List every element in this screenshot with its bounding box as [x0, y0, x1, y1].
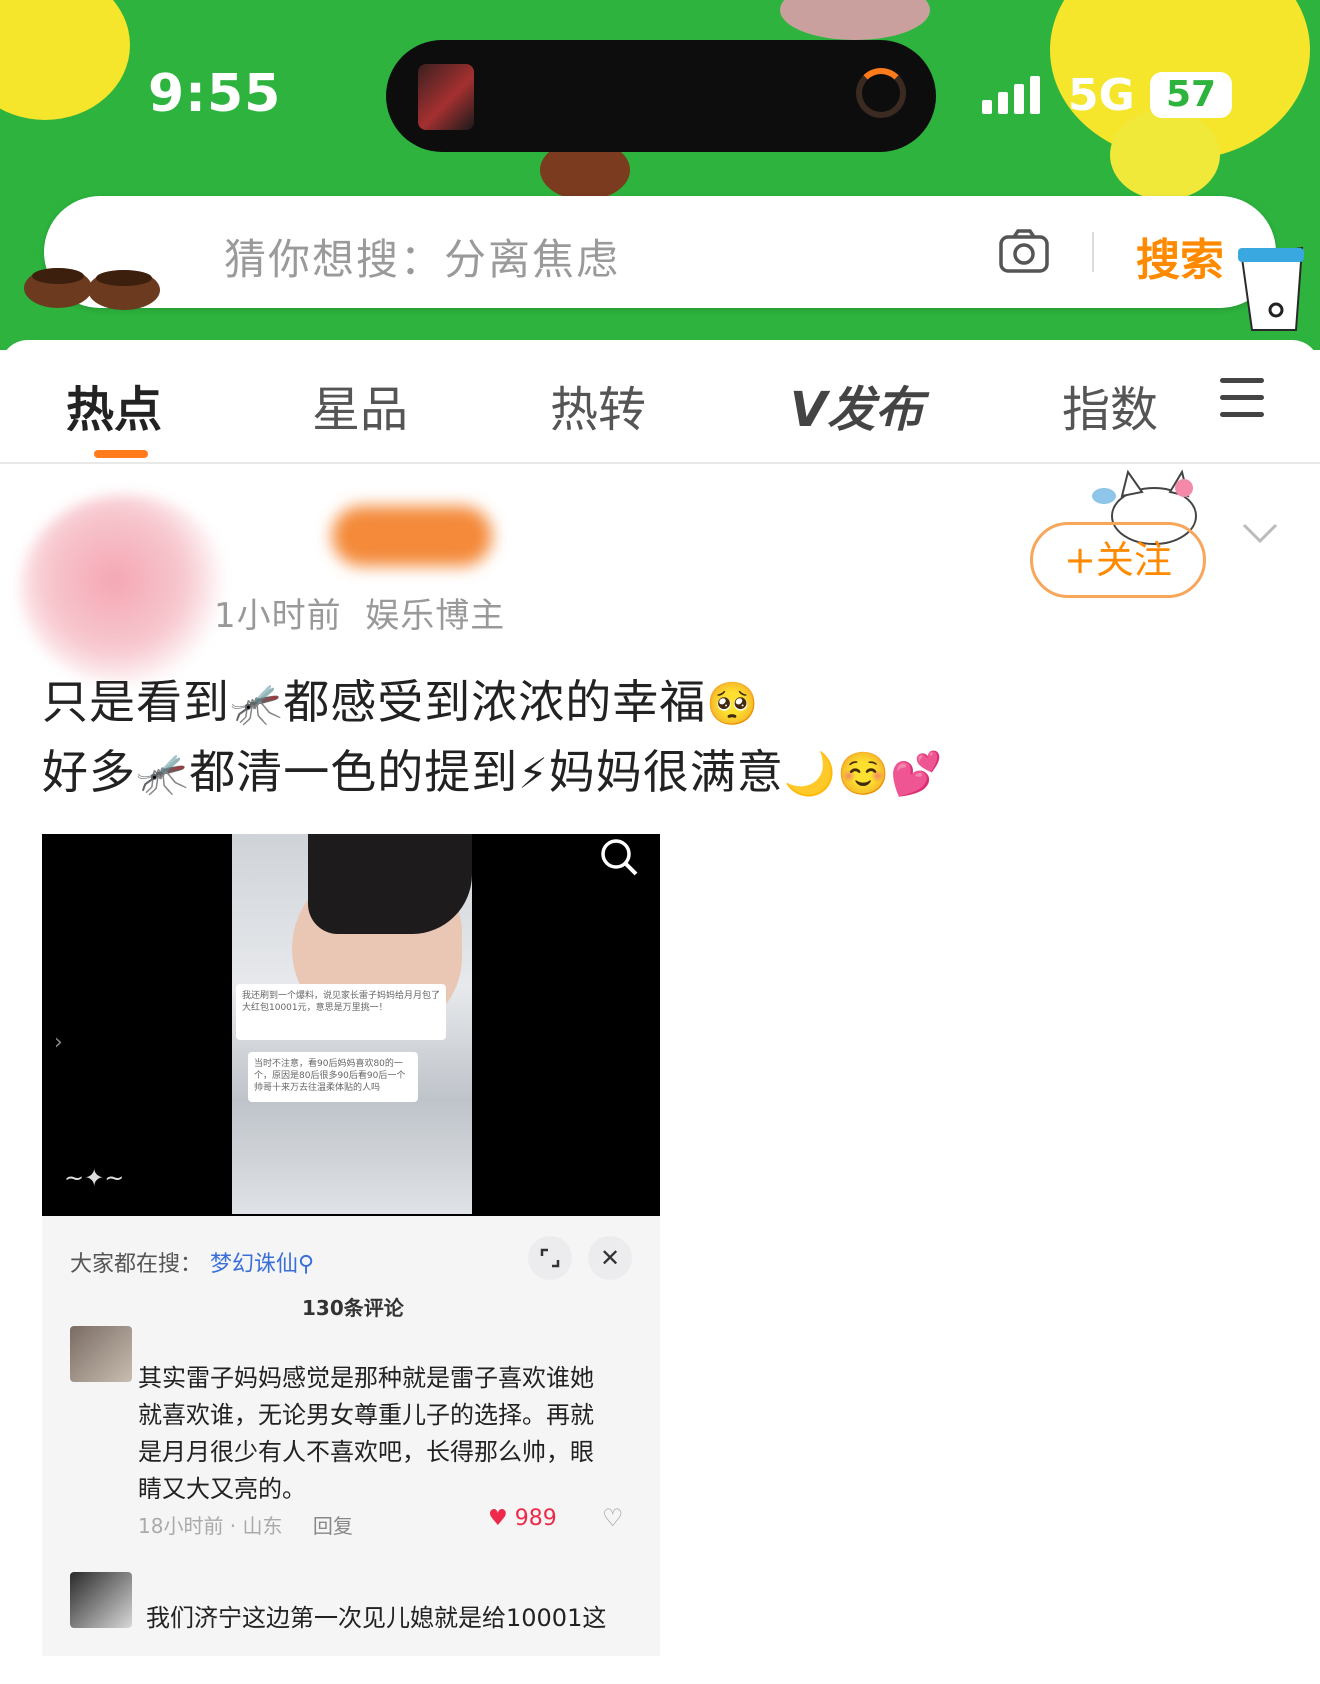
- tab-index[interactable]: 指数: [1062, 370, 1158, 440]
- mosquito-emoji-icon: 🦟: [136, 749, 190, 798]
- magnifier-icon[interactable]: [598, 834, 642, 878]
- post-line-1: 只是看到🦟都感受到浓浓的幸福🥺: [42, 675, 760, 729]
- like-count: 989: [514, 1506, 557, 1531]
- now-playing-artwork: [418, 64, 474, 130]
- activity-ring-icon: [856, 68, 906, 118]
- dislike-icon[interactable]: ♡: [602, 1504, 624, 1532]
- menu-icon[interactable]: [1220, 378, 1264, 418]
- search-button[interactable]: 搜索: [1136, 224, 1224, 288]
- overlay-comment-1: 我还刷到一个爆料，说见家长雷子妈妈给月月包了大红包10001元，意思是万里挑一！: [236, 984, 446, 1040]
- comment-count: 130条评论: [302, 1296, 404, 1320]
- comment-panel: 大家都在搜： 梦幻诛仙⚲ ✕ 130条评论 其实雷子妈妈感觉是那种就是雷子喜欢谁她…: [42, 1216, 660, 1656]
- header-background: 9:55 5G 57 猜你想搜：分离焦虑 搜索: [0, 0, 1320, 350]
- author-name-redacted[interactable]: [332, 506, 492, 566]
- smiling-face-emoji-icon: ☺️: [837, 749, 891, 798]
- status-time: 9:55: [148, 64, 282, 124]
- pleading-face-emoji-icon: 🥺: [706, 679, 760, 728]
- dynamic-island[interactable]: [386, 40, 936, 152]
- camera-icon[interactable]: [998, 228, 1050, 274]
- channel-tabs: 热点 星品 热转 V发布 指数: [0, 340, 1320, 464]
- splash-yellow-3: [1110, 110, 1220, 200]
- comment-text: 我们济宁这边第一次见儿媳就是给10001这: [146, 1604, 607, 1632]
- search-bar[interactable]: 猜你想搜：分离焦虑 搜索: [44, 196, 1276, 308]
- video-frame: 我还刷到一个爆料，说见家长雷子妈妈给月月包了大红包10001元，意思是万里挑一！…: [232, 834, 472, 1214]
- tab-star-products[interactable]: 星品: [312, 370, 408, 440]
- post-line-2: 好多🦟都清一色的提到⚡妈妈很满意🌙☺️💕: [42, 745, 944, 799]
- like-button[interactable]: ♥ 989: [488, 1506, 557, 1531]
- tab-hot-repost[interactable]: 热转: [550, 370, 646, 440]
- avatar[interactable]: [20, 494, 230, 684]
- lightning-emoji-icon: ⚡: [518, 749, 549, 798]
- coffee-cups-decoration: [24, 268, 160, 310]
- chevron-down-icon[interactable]: [1242, 522, 1278, 544]
- two-hearts-emoji-icon: 💕: [890, 749, 944, 798]
- reply-button[interactable]: 回复: [313, 1514, 353, 1538]
- overlay-comment-2: 当时不注意，看90后妈妈喜欢80的一个，原因是80后很多90后看90后一个帅哥十…: [248, 1052, 418, 1102]
- coffee-cup-decoration: [1238, 246, 1304, 331]
- crescent-moon-emoji-icon: 🌙: [783, 749, 838, 798]
- post-text: 只是看到🦟都感受到浓浓的幸福🥺 好多🦟都清一色的提到⚡妈妈很满意🌙☺️💕: [42, 668, 944, 808]
- post-author[interactable]: [20, 486, 540, 686]
- post-meta: 1小时前 娱乐博主: [214, 588, 505, 637]
- comment-text: 其实雷子妈妈感觉是那种就是雷子喜欢谁她就喜欢谁，无论男女尊重儿子的选择。再就是月…: [138, 1364, 594, 1503]
- tab-v-publish[interactable]: V发布: [790, 370, 923, 440]
- splash-pink: [780, 0, 930, 40]
- video-watermark: ~✦~: [64, 1164, 125, 1192]
- active-tab-indicator: [94, 450, 148, 458]
- search-divider: [1092, 232, 1094, 272]
- person-hair: [308, 834, 472, 934]
- network-label: 5G: [1068, 70, 1135, 121]
- search-icon: ⚲: [298, 1252, 315, 1277]
- battery-icon: 57: [1150, 72, 1232, 118]
- close-icon[interactable]: ✕: [588, 1236, 632, 1280]
- trending-search[interactable]: 大家都在搜： 梦幻诛仙⚲: [70, 1246, 314, 1278]
- chevron-right-icon[interactable]: ›: [54, 1030, 63, 1055]
- signal-icon: [982, 76, 1040, 114]
- commenter-avatar[interactable]: [70, 1326, 132, 1382]
- splash-yellow-1: [0, 0, 130, 120]
- comment-meta: 18小时前 · 山东 回复: [138, 1510, 377, 1539]
- post-image[interactable]: 我还刷到一个爆料，说见家长雷子妈妈给月月包了大红包10001元，意思是万里挑一！…: [42, 834, 660, 1656]
- commenter-avatar[interactable]: [70, 1572, 132, 1628]
- comment-time-location: 18小时前 · 山东: [138, 1514, 283, 1538]
- follow-button[interactable]: +关注: [1030, 522, 1206, 598]
- expand-icon[interactable]: [528, 1236, 572, 1280]
- trending-term[interactable]: 梦幻诛仙: [210, 1252, 298, 1277]
- search-input[interactable]: 猜你想搜：分离焦虑: [224, 226, 620, 287]
- mosquito-emoji-icon: 🦟: [230, 679, 284, 728]
- post-time: 1小时前: [214, 596, 342, 636]
- tab-hot[interactable]: 热点: [66, 370, 162, 440]
- author-tag: 娱乐博主: [365, 596, 506, 636]
